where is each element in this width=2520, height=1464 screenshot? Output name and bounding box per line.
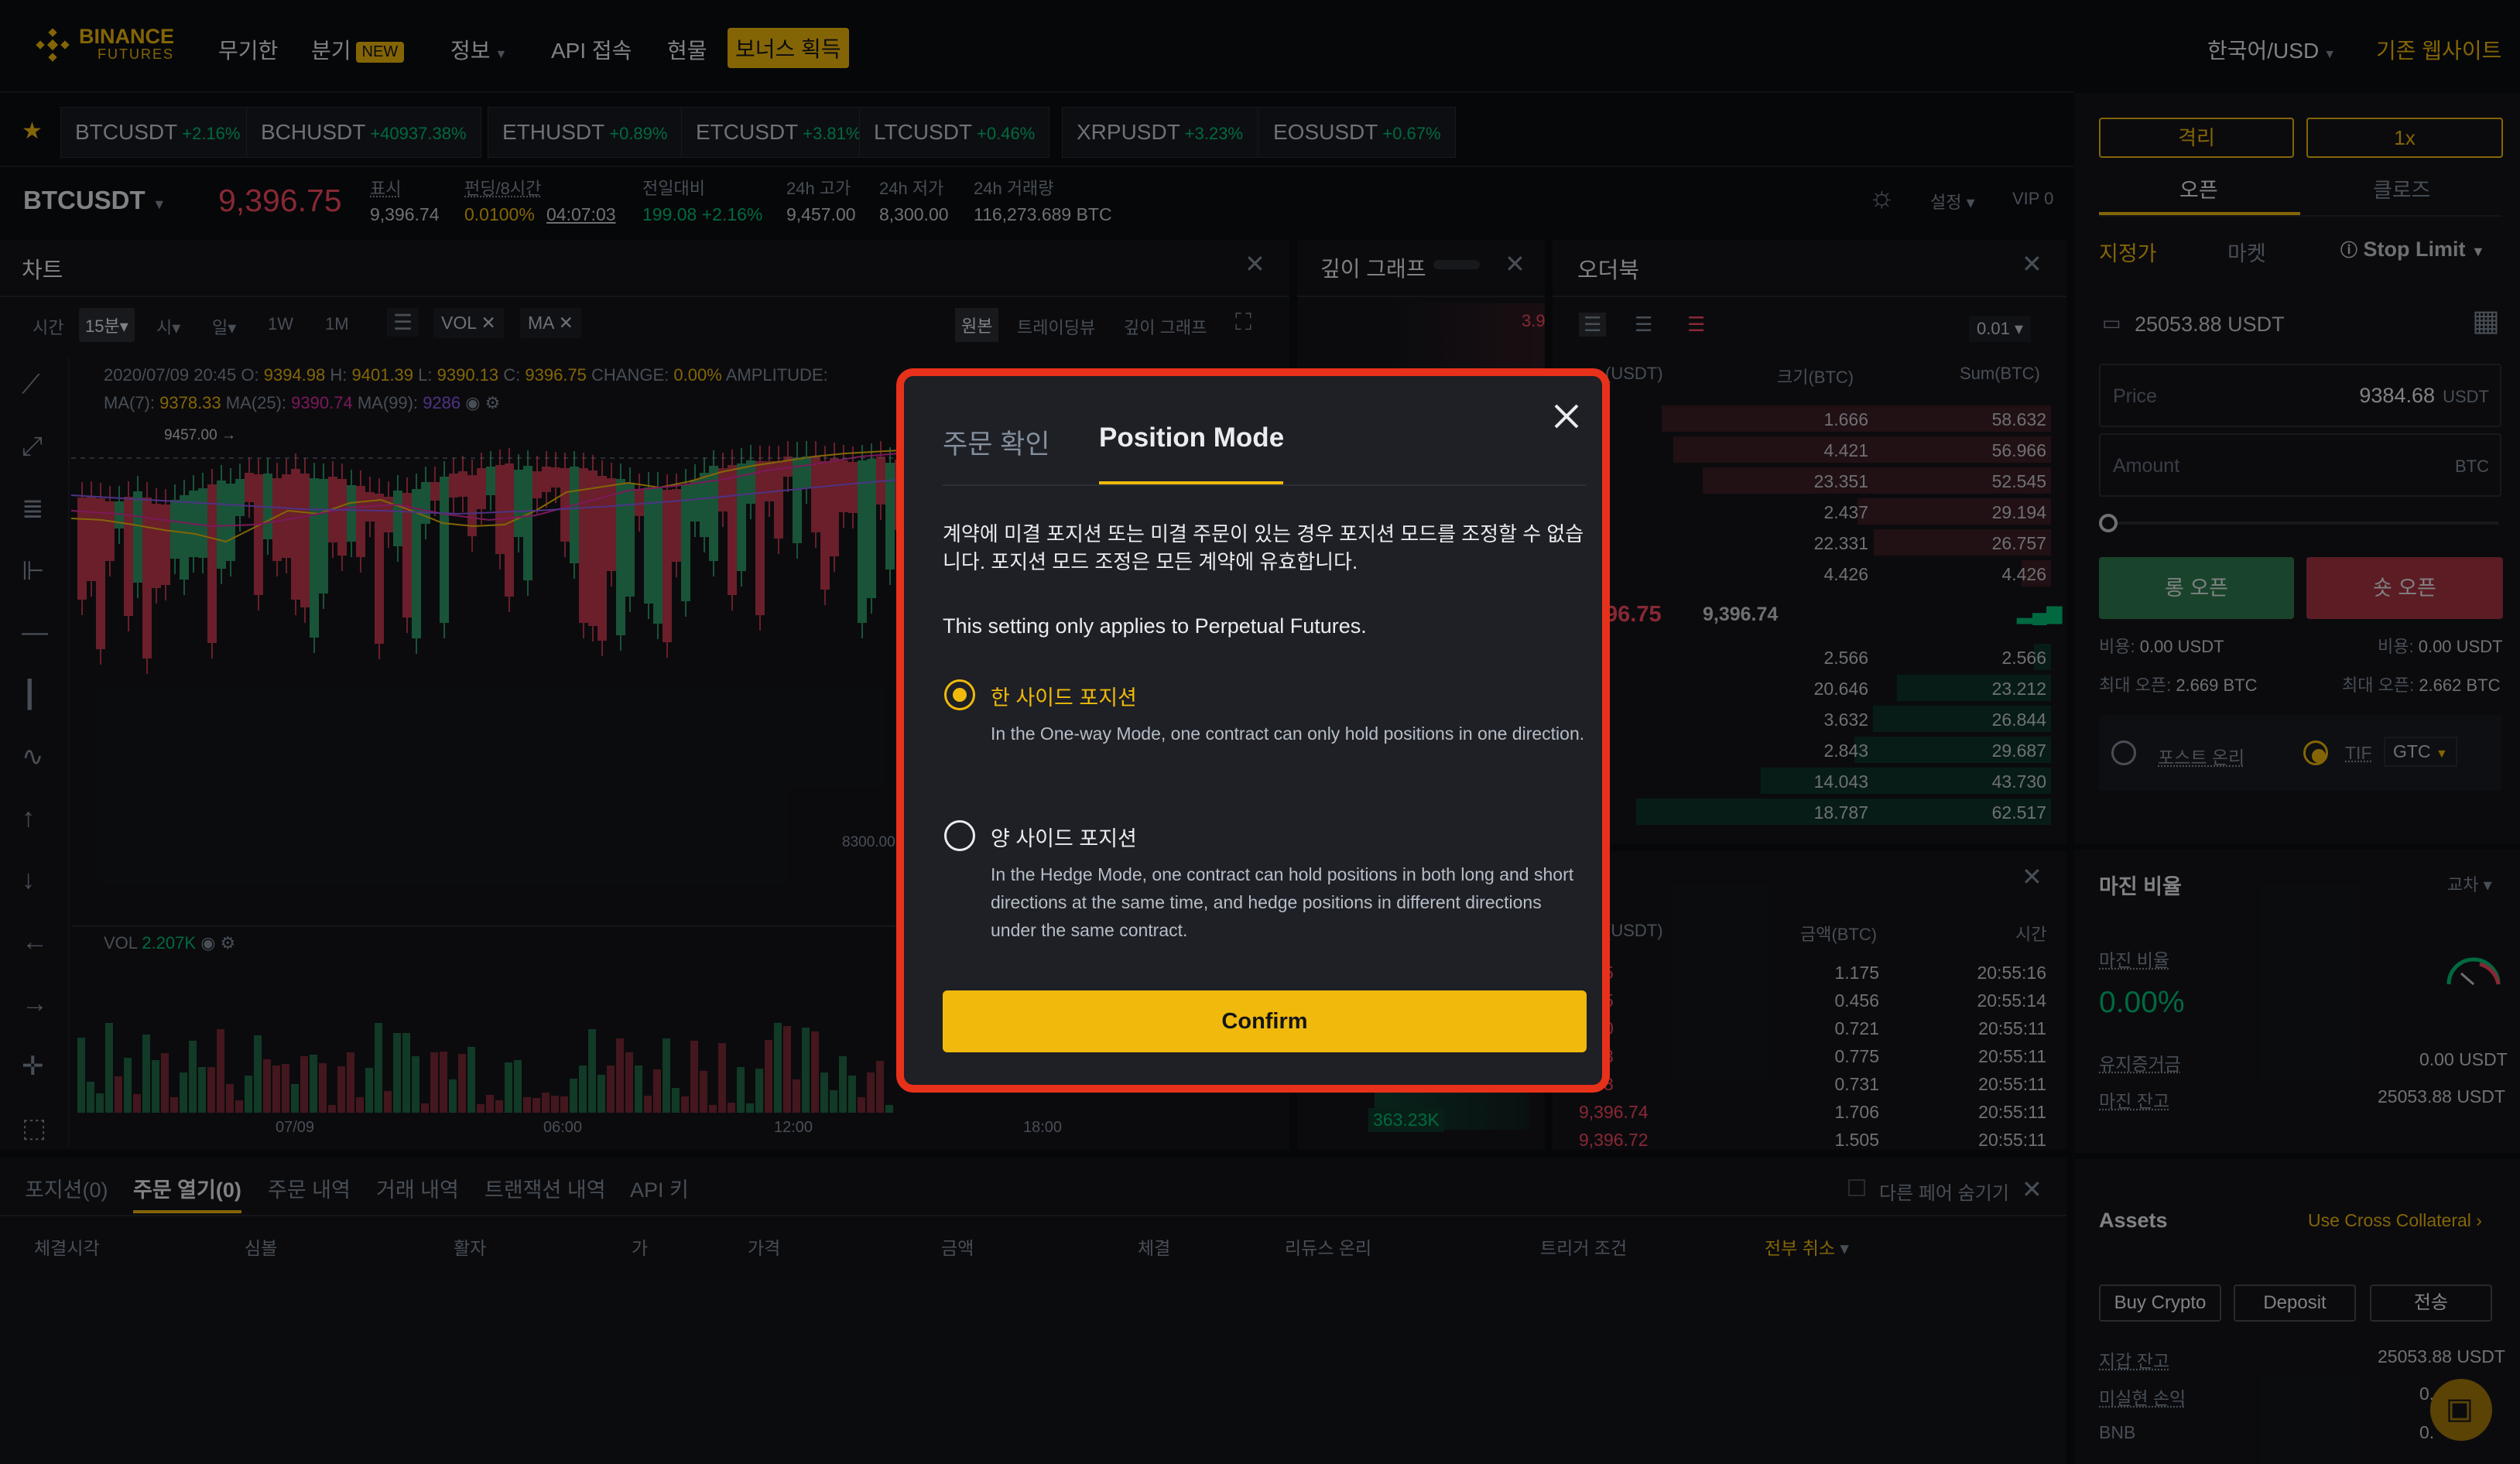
one-way-mode-desc: In the One-way Mode, one contract can on…	[991, 723, 1585, 744]
tab-position-mode[interactable]: Position Mode	[1099, 422, 1284, 453]
position-mode-dialog: 주문 확인 Position Mode 계약에 미결 포지션 또는 미결 주문이…	[896, 368, 1610, 1093]
hedge-mode-radio[interactable]	[944, 820, 975, 851]
hedge-mode-desc: In the Hedge Mode, one contract can hold…	[991, 864, 1574, 940]
notice-english: This setting only applies to Perpetual F…	[943, 614, 1367, 638]
modal-tab-divider	[943, 484, 1587, 486]
hedge-mode-title[interactable]: 양 사이드 포지션	[991, 822, 1137, 852]
confirm-button[interactable]: Confirm	[943, 990, 1587, 1052]
one-way-mode-title[interactable]: 한 사이드 포지션	[991, 681, 1137, 711]
one-way-mode-radio[interactable]	[944, 679, 975, 710]
tab-order-confirm[interactable]: 주문 확인	[943, 422, 1050, 462]
close-icon[interactable]	[1549, 399, 1584, 433]
notice-korean: 계약에 미결 포지션 또는 미결 주문이 있는 경우 포지션 모드를 조정할 수…	[943, 522, 1584, 573]
